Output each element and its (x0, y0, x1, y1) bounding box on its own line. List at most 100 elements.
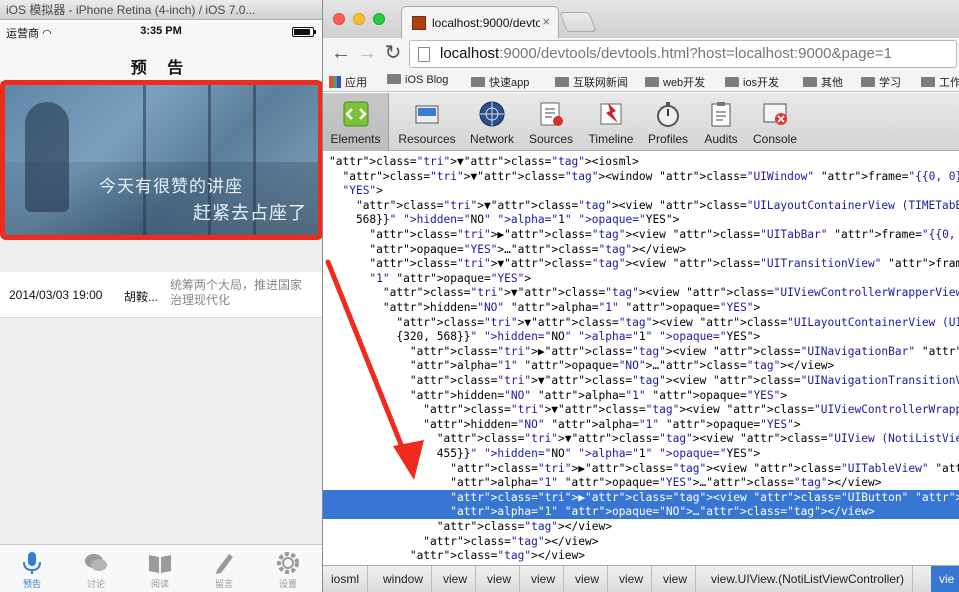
bookmark-label: web开发 (663, 77, 706, 89)
bookmark-label: 其他 (821, 77, 843, 89)
new-tab-button[interactable] (559, 12, 597, 32)
dom-node-line[interactable]: "attr">class="tri">▼"attr">class="tag"><… (323, 285, 959, 300)
tab-message[interactable]: 留言 (192, 545, 256, 592)
forward-arrow-icon[interactable]: → (355, 42, 379, 66)
console-icon (763, 103, 787, 125)
bookmark-folder[interactable]: web开发 (645, 74, 705, 90)
tab-label: Resources (398, 132, 456, 146)
timeline-icon (600, 103, 622, 125)
dom-node-line[interactable]: "attr">class="tri">▼"attr">class="tag"><… (323, 431, 959, 446)
breadcrumb-item[interactable]: view (523, 566, 565, 592)
dom-node-line[interactable]: "attr">class="tri">▼"attr">class="tag"><… (323, 169, 959, 184)
folder-icon (645, 77, 659, 87)
tab-console[interactable]: Console (749, 93, 801, 151)
bookmark-folder[interactable]: 工作 (921, 74, 959, 90)
tab-label: 讨论 (86, 579, 105, 589)
dom-node-line[interactable]: 455}}" ">hidden="NO" ">alpha="1" ">opaqu… (323, 446, 959, 461)
minimize-window-button[interactable] (353, 13, 365, 25)
breadcrumb-item[interactable]: view (567, 566, 609, 592)
dom-node-line[interactable]: "1" "attr">opaque="YES"> (323, 271, 959, 286)
sources-icon (540, 102, 563, 126)
devtools-panel-tabs: Elements Resources Network Sources Timel… (323, 93, 959, 151)
tab-network[interactable]: Network (465, 93, 519, 151)
tab-bar: 预告 讨论 阅读 留言 设置 (0, 544, 322, 592)
navigation-bar: 预 告 (0, 42, 322, 82)
dom-node-line[interactable]: "attr">class="tri">▼"attr">class="tag"><… (323, 402, 959, 417)
browser-tab[interactable]: localhost:9000/devtools/d × (401, 6, 559, 38)
battery-icon (292, 27, 316, 37)
folder-icon (861, 77, 875, 87)
dom-node-selected[interactable]: "attr">alpha="1" "attr">opaque="NO">…"at… (323, 504, 959, 520)
simulator-title: iOS 模拟器 - iPhone Retina (4-inch) / iOS 7… (0, 0, 322, 20)
dom-node-line[interactable]: "attr">class="tag"></view> (323, 534, 959, 549)
list-item[interactable]: 2014/03/03 19:00 胡鞍... 统筹两个大局，推进国家治理现代化 (0, 272, 322, 318)
tab-resources[interactable]: Resources (393, 93, 461, 151)
folder-icon (921, 77, 935, 87)
dom-node-line[interactable]: "attr">hidden="NO" "attr">alpha="1" "att… (323, 300, 959, 315)
dom-node-selected[interactable]: "attr">class="tri">▶"attr">class="tag"><… (323, 489, 959, 505)
breadcrumb-item[interactable]: iosml (323, 566, 369, 592)
dom-node-line[interactable]: "attr">hidden="NO" "attr">alpha="1" "att… (323, 417, 959, 432)
bookmark-folder[interactable]: iOS Blog (387, 74, 448, 86)
tab-label: 阅读 (150, 579, 169, 589)
tab-label: Profiles (647, 132, 688, 146)
elements-dom-tree: "attr">class="tri">▼"attr">class="tag"><… (323, 152, 959, 565)
pencil-icon (216, 554, 233, 574)
dom-node-line[interactable]: {320, 568}}" ">hidden="NO" ">alpha="1" "… (323, 329, 959, 344)
tab-discussion[interactable]: 讨论 (64, 545, 128, 592)
apps-grid-icon (329, 76, 341, 88)
dom-node-line[interactable]: "attr">class="tag"></view> (323, 548, 959, 563)
tab-timeline[interactable]: Timeline (581, 93, 641, 151)
breadcrumb-item[interactable]: view (655, 566, 697, 592)
tab-sources[interactable]: Sources (523, 93, 579, 151)
dom-node-line[interactable]: "attr">alpha="1" "attr">opaque="NO">…"at… (323, 358, 959, 373)
tab-reading[interactable]: 阅读 (128, 545, 192, 592)
breadcrumb-item[interactable]: window (375, 566, 433, 592)
close-window-button[interactable] (333, 13, 345, 25)
dom-node-line[interactable]: "attr">hidden="NO" "attr">alpha="1" "att… (323, 388, 959, 403)
address-bar[interactable]: localhost:9000/devtools/devtools.html?ho… (409, 40, 957, 68)
dom-node-line[interactable]: "attr">class="tri">▼"attr">class="tag"><… (323, 373, 959, 388)
tab-settings[interactable]: 设置 (256, 545, 320, 592)
bookmark-folder[interactable]: 学习 (861, 74, 901, 90)
bookmark-apps[interactable]: 应用 (329, 74, 367, 90)
breadcrumb-item[interactable]: view (479, 566, 521, 592)
dom-node-line[interactable]: "attr">class="tri">▼"attr">class="tag"><… (323, 256, 959, 271)
red-highlight-box (0, 80, 322, 240)
breadcrumb-item[interactable]: view (611, 566, 653, 592)
bookmarks-bar: 应用 iOS Blog 快速app 互联网新闻 web开发 ios开发 其他 学… (323, 70, 959, 92)
tab-label: Audits (704, 132, 738, 146)
dom-node-line[interactable]: "attr">class="tri">▼"attr">class="tag"><… (323, 154, 959, 169)
bookmark-label: ios开发 (743, 77, 780, 89)
status-time: 3:35 PM (140, 25, 182, 37)
audits-clipboard-icon (711, 102, 731, 127)
tab-label: Elements (330, 132, 381, 146)
tab-forecast[interactable]: 预告 (0, 545, 64, 592)
tab-profiles[interactable]: Profiles (643, 93, 693, 151)
reload-icon[interactable]: ↻ (381, 42, 405, 66)
dom-node-line[interactable]: "attr">alpha="1" "attr">opaque="YES">…"a… (323, 475, 959, 490)
dom-node-line[interactable]: "attr">opaque="YES">…"attr">class="tag">… (323, 242, 959, 257)
dom-node-line[interactable]: "attr">class="tri">▶"attr">class="tag"><… (323, 461, 959, 476)
dom-node-line[interactable]: "attr">class="tri">▶"attr">class="tag"><… (323, 227, 959, 242)
dom-node-line[interactable]: "attr">class="tri">▼"attr">class="tag"><… (323, 198, 959, 213)
bookmark-folder[interactable]: ios开发 (725, 74, 779, 90)
dom-node-line[interactable]: 568}}" ">hidden="NO" ">alpha="1" ">opaqu… (323, 212, 959, 227)
tab-elements[interactable]: Elements (323, 93, 389, 151)
bookmark-folder[interactable]: 互联网新闻 (555, 74, 628, 90)
tab-close-icon[interactable]: × (542, 14, 550, 29)
breadcrumb-item[interactable]: view.UIView.(NotiListViewController) (703, 566, 913, 592)
bookmark-folder[interactable]: 快速app (471, 74, 529, 90)
dom-node-line[interactable]: "YES"> (323, 183, 959, 198)
dom-node-line[interactable]: "attr">class="tri">▶"attr">class="tag"><… (323, 344, 959, 359)
bookmark-label: 互联网新闻 (573, 77, 628, 89)
zoom-window-button[interactable] (373, 13, 385, 25)
back-arrow-icon[interactable]: ← (329, 42, 353, 66)
bookmark-folder[interactable]: 其他 (803, 74, 843, 90)
breadcrumb-item-selected[interactable]: vie (931, 566, 959, 592)
dom-node-line[interactable]: "attr">class="tag"></view> (323, 519, 959, 534)
dom-node-line[interactable]: "attr">class="tri">▼"attr">class="tag"><… (323, 315, 959, 330)
breadcrumb-item[interactable]: view (435, 566, 477, 592)
microphone-icon (23, 552, 41, 574)
tab-audits[interactable]: Audits (697, 93, 745, 151)
